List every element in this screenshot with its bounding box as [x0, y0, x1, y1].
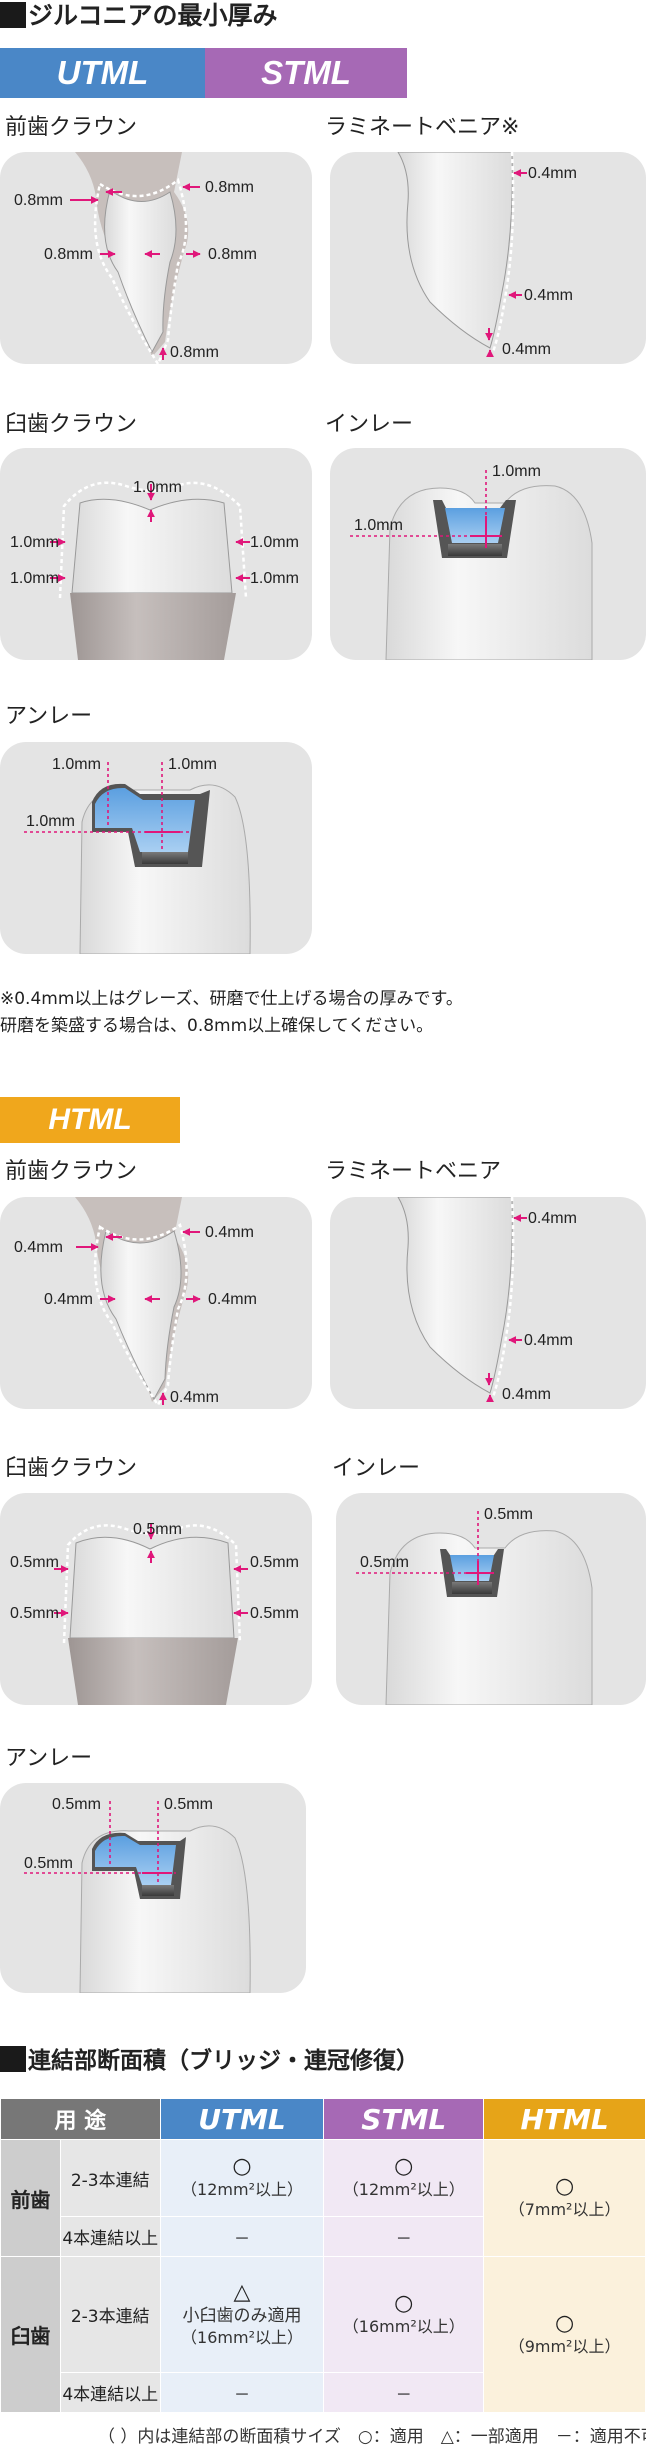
label-laminate-veneer: ラミネートベニア※ — [325, 115, 520, 140]
diagram-onlay: 1.0mm 1.0mm 1.0mm — [0, 742, 312, 954]
label-inlay-2: インレー — [332, 1456, 421, 1481]
cell-posterior-utml: △ 小臼歯のみ適用 （16mm²以上） — [159, 2256, 325, 2373]
measure-label: 0.8mm — [44, 246, 93, 263]
label-inlay: インレー — [325, 412, 414, 437]
header-utml: UTML — [159, 2098, 325, 2140]
measure-label: 0.5mm — [52, 1796, 101, 1813]
measure-label: 1.0mm — [354, 517, 403, 534]
cell-anterior-4-utml: － — [159, 2216, 325, 2257]
measure-label: 0.5mm — [250, 1554, 299, 1571]
section-title-min-thickness: ジルコニアの最小厚み — [0, 0, 278, 32]
diagram-molar-crown-2: 0.5mm 0.5mm 0.5mm 0.5mm 0.5mm — [0, 1493, 312, 1705]
banner-html: HTML — [0, 1097, 180, 1143]
measure-label: 0.5mm — [24, 1855, 73, 1872]
diagram-anterior-crown-2: 0.4mm 0.4mm 0.4mm 0.4mm 0.4mm — [0, 1197, 312, 1409]
table-legend: （ ）内は連結部の断面積サイズ ○：適用 △：一部適用 －：適用不可 — [98, 2427, 646, 2447]
square-bullet-icon — [0, 2046, 26, 2072]
cell-anterior-utml: ○ （12mm²以上） — [159, 2139, 325, 2217]
measure-label: 0.4mm — [528, 1210, 577, 1227]
measure-label: 0.5mm — [164, 1796, 213, 1813]
row-sub-2-3: 2-3本連結 — [59, 2139, 161, 2217]
connector-table: 用 途 UTML STML HTML 前歯 2-3本連結 ○ （12mm²以上）… — [0, 2098, 646, 2413]
measure-label: 0.8mm — [170, 344, 219, 361]
measure-label: 0.4mm — [208, 1291, 257, 1308]
banner-stml: STML — [205, 48, 407, 98]
measure-label: 0.8mm — [208, 246, 257, 263]
measure-label: 0.4mm — [170, 1389, 219, 1406]
note-line-1: ※0.4mm以上はグレーズ、研磨で仕上げる場合の厚みです。 — [0, 989, 463, 1009]
label-anterior-crown-2: 前歯クラウン — [5, 1159, 138, 1184]
cell-posterior-html: ○ （9mm²以上） — [483, 2256, 646, 2413]
label-molar-crown: 臼歯クラウン — [5, 412, 138, 437]
row-header-anterior: 前歯 — [0, 2139, 61, 2257]
measure-label: 0.8mm — [14, 192, 63, 209]
measure-label: 1.0mm — [52, 756, 101, 773]
cell-anterior-stml: ○ （12mm²以上） — [323, 2139, 485, 2217]
diagram-onlay-2: 0.5mm 0.5mm 0.5mm — [0, 1783, 306, 1993]
banner-utml: UTML — [0, 48, 205, 98]
cell-anterior-4-stml: － — [323, 2216, 485, 2257]
measure-label: 0.4mm — [524, 287, 573, 304]
measure-label: 0.4mm — [502, 341, 551, 358]
diagram-molar-crown: 1.0mm 1.0mm 1.0mm 1.0mm 1.0mm — [0, 448, 312, 660]
row-sub-4plus: 4本連結以上 — [59, 2216, 161, 2257]
label-laminate-veneer-2: ラミネートベニア — [325, 1159, 502, 1184]
measure-label: 0.4mm — [502, 1386, 551, 1403]
square-bullet-icon — [0, 2, 26, 28]
measure-label: 0.5mm — [360, 1554, 409, 1571]
header-html: HTML — [483, 2098, 646, 2140]
measure-label: 0.5mm — [10, 1554, 59, 1571]
diagram-inlay-2: 0.5mm 0.5mm — [336, 1493, 646, 1705]
measure-label: 1.0mm — [492, 463, 541, 480]
label-onlay-2: アンレー — [5, 1746, 93, 1771]
label-molar-crown-2: 臼歯クラウン — [5, 1456, 138, 1481]
measure-label: 0.8mm — [205, 179, 254, 196]
cell-posterior-4-stml: － — [323, 2372, 485, 2413]
measure-label: 0.4mm — [44, 1291, 93, 1308]
measure-label: 0.5mm — [133, 1521, 182, 1538]
measure-label: 0.5mm — [250, 1605, 299, 1622]
measure-label: 0.4mm — [205, 1224, 254, 1241]
row-sub-4plus: 4本連結以上 — [59, 2372, 161, 2413]
header-use: 用 途 — [0, 2098, 161, 2140]
measure-label: 0.5mm — [10, 1605, 59, 1622]
row-header-posterior: 臼歯 — [0, 2256, 61, 2413]
measure-label: 1.0mm — [250, 534, 299, 551]
section-title-connector: 連結部断面積（ブリッジ・連冠修復） — [0, 2045, 419, 2077]
row-sub-2-3: 2-3本連結 — [59, 2256, 161, 2373]
measure-label: 1.0mm — [133, 479, 182, 496]
measure-label: 1.0mm — [10, 570, 59, 587]
measure-label: 1.0mm — [250, 570, 299, 587]
measure-label: 0.5mm — [484, 1506, 533, 1523]
cell-anterior-html: ○ （7mm²以上） — [483, 2139, 646, 2257]
note-line-2: 研磨を築盛する場合は、0.8mm以上確保してください。 — [0, 1016, 434, 1036]
measure-label: 1.0mm — [10, 534, 59, 551]
diagram-laminate-veneer-2: 0.4mm 0.4mm 0.4mm — [330, 1197, 646, 1409]
measure-label: 0.4mm — [524, 1332, 573, 1349]
diagram-inlay: 1.0mm 1.0mm — [330, 448, 646, 660]
measure-label: 0.4mm — [14, 1239, 63, 1256]
header-stml: STML — [323, 2098, 485, 2140]
cell-posterior-4-utml: － — [159, 2372, 325, 2413]
cell-posterior-stml: ○ （16mm²以上） — [323, 2256, 485, 2373]
measure-label: 1.0mm — [26, 813, 75, 830]
label-onlay: アンレー — [5, 704, 93, 729]
diagram-anterior-crown: 0.8mm 0.8mm 0.8mm 0.8mm 0.8mm — [0, 152, 312, 364]
label-anterior-crown: 前歯クラウン — [5, 115, 138, 140]
diagram-laminate-veneer: 0.4mm 0.4mm 0.4mm — [330, 152, 646, 364]
measure-label: 1.0mm — [168, 756, 217, 773]
measure-label: 0.4mm — [528, 165, 577, 182]
